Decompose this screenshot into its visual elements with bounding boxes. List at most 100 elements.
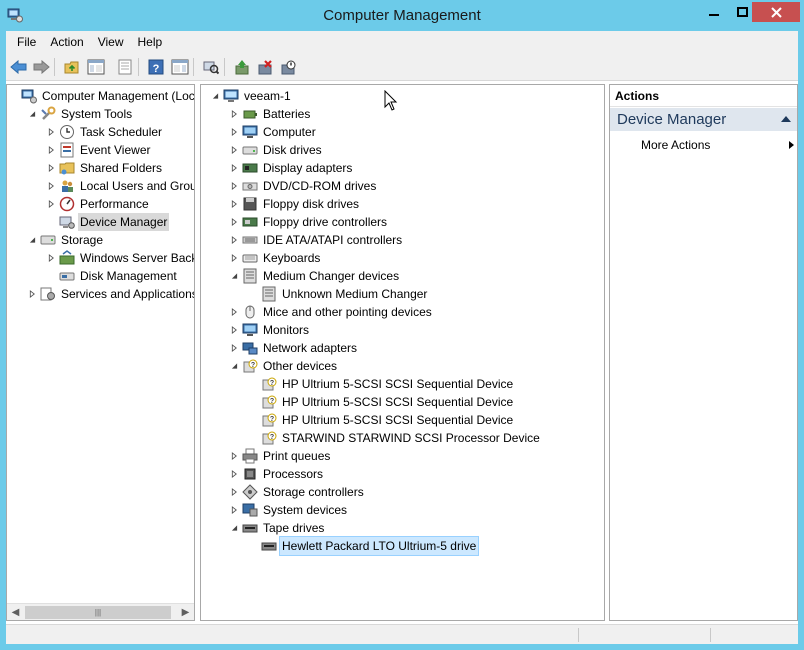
tree-item-windows-server-backup[interactable]: Windows Server Backup (45, 249, 194, 267)
tree-expander[interactable] (45, 159, 57, 177)
collapsed-arrow-icon[interactable] (231, 488, 238, 496)
title-bar[interactable]: Computer Management (0, 0, 804, 31)
tree-expander[interactable] (228, 501, 240, 519)
tree-expander[interactable] (228, 141, 240, 159)
device-item-system-devices[interactable]: System devices (228, 501, 349, 519)
tree-item-computer-management-local[interactable]: Computer Management (Local (7, 87, 194, 105)
update-driver-icon[interactable] (233, 58, 251, 76)
forward-icon[interactable] (32, 58, 50, 76)
close-button[interactable] (752, 2, 800, 22)
tree-expander[interactable] (228, 195, 240, 213)
collapsed-arrow-icon[interactable] (48, 128, 55, 136)
collapsed-arrow-icon[interactable] (231, 506, 238, 514)
collapsed-arrow-icon[interactable] (29, 290, 36, 298)
device-item-hp-ultrium-5-scsi-scsi-sequential-device[interactable]: ? HP Ultrium 5-SCSI SCSI Sequential Devic… (247, 411, 515, 429)
menu-action[interactable]: Action (43, 31, 90, 53)
device-item-floppy-drive-controllers[interactable]: Floppy drive controllers (228, 213, 389, 231)
expanded-arrow-icon[interactable] (29, 110, 36, 118)
tree-expander[interactable] (45, 249, 57, 267)
device-item-veeam-1[interactable]: veeam-1 (209, 87, 293, 105)
expanded-arrow-icon[interactable] (231, 362, 238, 370)
collapsed-arrow-icon[interactable] (48, 182, 55, 190)
device-item-computer[interactable]: Computer (228, 123, 318, 141)
tree-item-event-viewer[interactable]: Event Viewer (45, 141, 152, 159)
tree-expander[interactable] (45, 177, 57, 195)
device-item-unknown-medium-changer[interactable]: Unknown Medium Changer (247, 285, 429, 303)
tree-item-task-scheduler[interactable]: Task Scheduler (45, 123, 164, 141)
show-hide-action-pane-icon[interactable] (171, 58, 189, 76)
expanded-arrow-icon[interactable] (231, 524, 238, 532)
menu-view[interactable]: View (91, 31, 131, 53)
device-item-mice-and-other-pointing-devices[interactable]: Mice and other pointing devices (228, 303, 434, 321)
actions-section-device-manager[interactable]: Device Manager (610, 108, 797, 131)
tree-item-system-tools[interactable]: System Tools (26, 105, 134, 123)
device-item-storage-controllers[interactable]: Storage controllers (228, 483, 366, 501)
collapsed-arrow-icon[interactable] (231, 200, 238, 208)
device-item-medium-changer-devices[interactable]: Medium Changer devices (228, 267, 401, 285)
collapsed-arrow-icon[interactable] (231, 452, 238, 460)
submenu-arrow-icon[interactable] (789, 141, 794, 149)
tree-expander[interactable] (228, 105, 240, 123)
device-item-display-adapters[interactable]: Display adapters (228, 159, 354, 177)
collapsed-arrow-icon[interactable] (48, 164, 55, 172)
more-actions-item[interactable]: More Actions (641, 136, 710, 154)
collapsed-arrow-icon[interactable] (48, 254, 55, 262)
collapsed-arrow-icon[interactable] (48, 200, 55, 208)
collapsed-arrow-icon[interactable] (231, 470, 238, 478)
collapsed-arrow-icon[interactable] (231, 164, 238, 172)
device-item-ide-ata-atapi-controllers[interactable]: IDE ATA/ATAPI controllers (228, 231, 404, 249)
device-item-tape-drives[interactable]: Tape drives (228, 519, 326, 537)
collapsed-arrow-icon[interactable] (231, 128, 238, 136)
uninstall-icon[interactable] (256, 58, 274, 76)
tree-expander[interactable] (228, 303, 240, 321)
menu-help[interactable]: Help (131, 31, 170, 53)
device-item-other-devices[interactable]: ? Other devices (228, 357, 339, 375)
collapsed-arrow-icon[interactable] (231, 326, 238, 334)
tree-item-disk-management[interactable]: Disk Management (45, 267, 179, 285)
tree-item-services-and-applications[interactable]: Services and Applications (26, 285, 194, 303)
tree-expander[interactable] (228, 483, 240, 501)
tree-item-storage[interactable]: Storage (26, 231, 105, 249)
scan-hardware-icon[interactable] (202, 58, 220, 76)
expanded-arrow-icon[interactable] (29, 236, 36, 244)
tree-expander[interactable] (228, 357, 240, 375)
tree-item-local-users-and-groups[interactable]: Local Users and Groups (45, 177, 194, 195)
device-item-processors[interactable]: Processors (228, 465, 325, 483)
tree-expander[interactable] (228, 447, 240, 465)
collapsed-arrow-icon[interactable] (231, 182, 238, 190)
device-item-print-queues[interactable]: Print queues (228, 447, 332, 465)
device-item-dvd-cd-rom-drives[interactable]: DVD/CD-ROM drives (228, 177, 378, 195)
device-item-disk-drives[interactable]: Disk drives (228, 141, 324, 159)
collapsed-arrow-icon[interactable] (48, 146, 55, 154)
scroll-thumb[interactable]: ||| (25, 606, 171, 619)
collapsed-arrow-icon[interactable] (231, 110, 238, 118)
tree-item-performance[interactable]: Performance (45, 195, 151, 213)
tree-expander[interactable] (228, 249, 240, 267)
tree-expander[interactable] (26, 231, 38, 249)
up-folder-icon[interactable] (63, 58, 81, 76)
tree-item-device-manager[interactable]: Device Manager (45, 213, 170, 231)
collapse-caret-icon[interactable] (781, 116, 791, 122)
disable-device-icon[interactable] (279, 58, 297, 76)
device-item-starwind-starwind-scsi-processor-device[interactable]: ? STARWIND STARWIND SCSI Processor Device (247, 429, 542, 447)
horizontal-scrollbar[interactable]: ◀ ||| ▶ (7, 603, 194, 620)
expanded-arrow-icon[interactable] (231, 272, 238, 280)
menu-file[interactable]: File (10, 31, 43, 53)
tree-expander[interactable] (45, 141, 57, 159)
tree-expander[interactable] (228, 159, 240, 177)
device-item-network-adapters[interactable]: Network adapters (228, 339, 359, 357)
tree-expander[interactable] (228, 267, 240, 285)
collapsed-arrow-icon[interactable] (231, 146, 238, 154)
device-item-floppy-disk-drives[interactable]: Floppy disk drives (228, 195, 361, 213)
expanded-arrow-icon[interactable] (212, 92, 219, 100)
tree-expander[interactable] (209, 87, 221, 105)
device-item-hewlett-packard-lto-ultrium-5-drive[interactable]: Hewlett Packard LTO Ultrium-5 drive (247, 536, 480, 556)
collapsed-arrow-icon[interactable] (231, 218, 238, 226)
tree-expander[interactable] (228, 465, 240, 483)
tree-expander[interactable] (228, 321, 240, 339)
collapsed-arrow-icon[interactable] (231, 236, 238, 244)
collapsed-arrow-icon[interactable] (231, 254, 238, 262)
tree-item-shared-folders[interactable]: Shared Folders (45, 159, 164, 177)
device-item-hp-ultrium-5-scsi-scsi-sequential-device[interactable]: ? HP Ultrium 5-SCSI SCSI Sequential Devic… (247, 375, 515, 393)
tree-expander[interactable] (26, 105, 38, 123)
